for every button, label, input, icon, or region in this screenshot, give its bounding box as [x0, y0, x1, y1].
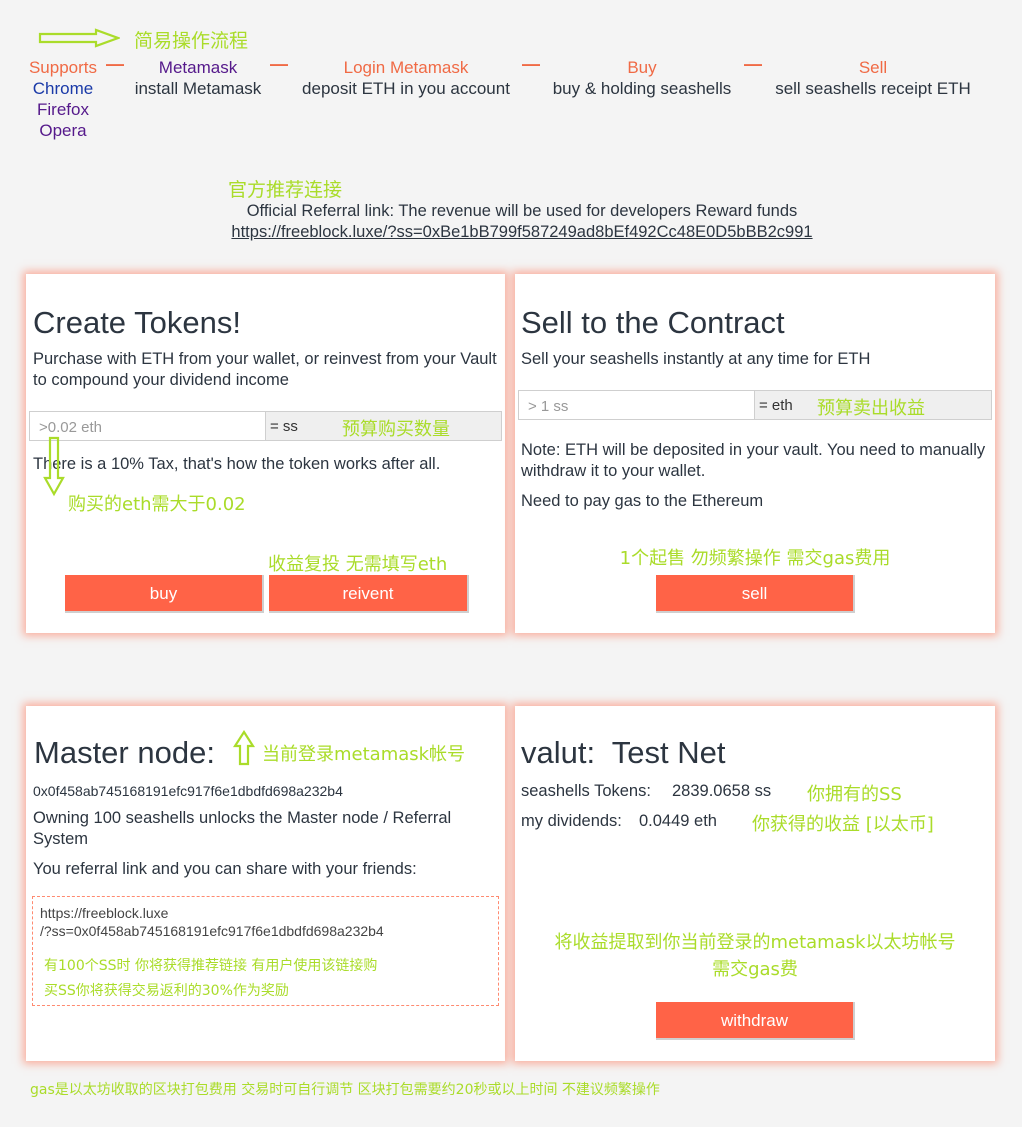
- sell-note: Note: ETH will be deposited in your vaul…: [521, 441, 986, 480]
- step-title: Buy: [627, 58, 657, 77]
- sell-subtitle: Sell your seashells instantly at any tim…: [521, 350, 871, 368]
- create-title: Create Tokens!: [33, 305, 241, 340]
- referral-description: Official Referral link: The revenue will…: [246, 202, 798, 220]
- referral-box: https://freeblock.luxe /?ss=0x0f458ab745…: [32, 896, 499, 1006]
- reinvest-hint: 收益复投 无需填写eth: [268, 554, 448, 575]
- create-tokens-card: Create Tokens! Purchase with ETH from yo…: [26, 274, 505, 633]
- step-title: Supports: [28, 58, 98, 77]
- withdraw-hint-2: 需交gas费: [712, 959, 798, 980]
- step-metamask: Metamask install Metamask: [126, 57, 270, 99]
- flow-title: 简易操作流程: [134, 30, 249, 52]
- master-address: 0x0f458ab745168191efc917f6e1dbdfd698a232…: [33, 783, 343, 799]
- vault-title: valut: Test Net: [521, 735, 726, 770]
- up-arrow-icon: [232, 730, 256, 766]
- step-buy: Buy buy & holding seashells: [544, 57, 740, 99]
- referral-link-part-1[interactable]: https://freeblock.luxe: [40, 905, 168, 921]
- step-separator: —: [522, 54, 540, 74]
- tokens-hint: 你拥有的SS: [807, 784, 902, 805]
- min-eth-hint: 购买的eth需大于0.02: [68, 494, 246, 515]
- step-desc: install Metamask: [134, 79, 262, 98]
- buy-button[interactable]: buy: [65, 575, 264, 613]
- buy-estimate-unit: = ss: [270, 418, 298, 435]
- down-arrow-icon: [43, 436, 65, 497]
- browser-opera: Opera: [39, 121, 87, 140]
- withdraw-hint-1: 将收益提取到你当前登录的metamask以太坊帐号: [554, 932, 956, 953]
- step-login: Login Metamask deposit ETH in you accoun…: [293, 57, 519, 99]
- referral-hint-2: 买SS你将获得交易返利的30%作为奖励: [44, 983, 289, 999]
- dividends-label: my dividends:: [521, 812, 622, 830]
- step-desc: buy & holding seashells: [552, 79, 732, 98]
- sell-estimate-unit: = eth: [759, 397, 793, 414]
- step-title: Login Metamask: [343, 58, 469, 77]
- buy-estimate-hint: 预算购买数量: [342, 419, 450, 440]
- dividends-hint: 你获得的收益 [以太币]: [752, 814, 934, 835]
- owning-note: Owning 100 seashells unlocks the Master …: [33, 809, 452, 848]
- step-sell: Sell sell seashells receipt ETH: [766, 57, 980, 99]
- share-note: You referral link and you can share with…: [33, 860, 417, 878]
- step-desc: sell seashells receipt ETH: [775, 79, 971, 98]
- tokens-label: seashells Tokens:: [521, 782, 651, 800]
- referral-link-part-2[interactable]: /?ss=0x0f458ab745168191efc917f6e1dbdfd69…: [40, 923, 384, 939]
- sell-card: Sell to the Contract Sell your seashells…: [515, 274, 995, 633]
- master-node-card: Master node: 当前登录metamask帐号 0x0f458ab745…: [26, 706, 505, 1061]
- step-supports: Supports Chrome Firefox Opera: [24, 57, 102, 141]
- withdraw-button[interactable]: withdraw: [656, 1002, 855, 1040]
- step-title: Sell: [858, 58, 888, 77]
- step-separator: —: [270, 54, 288, 74]
- referral-hint-1: 有100个SS时 你将获得推荐链接 有用户使用该链接购: [44, 958, 378, 974]
- step-desc: deposit ETH in you account: [302, 79, 510, 98]
- sell-button[interactable]: sell: [656, 575, 855, 613]
- vault-card: valut: Test Net seashells Tokens: 2839.0…: [515, 706, 995, 1061]
- sell-amount-input[interactable]: > 1 ss: [518, 390, 755, 420]
- footer-gas-note: gas是以太坊收取的区块打包费用 交易时可自行调节 区块打包需要约20秒或以上时…: [30, 1082, 660, 1098]
- referral-link[interactable]: https://freeblock.luxe/?ss=0xBe1bB799f58…: [0, 223, 1022, 242]
- reinvest-button[interactable]: reivent: [269, 575, 469, 613]
- browser-chrome: Chrome: [32, 79, 94, 98]
- right-arrow-icon: [38, 28, 120, 48]
- sell-title: Sell to the Contract: [521, 305, 785, 340]
- dividends-value: 0.0449 eth: [639, 812, 717, 830]
- sell-estimate-addon: = eth 预算卖出收益: [755, 390, 992, 420]
- tokens-value: 2839.0658 ss: [672, 782, 772, 800]
- login-hint: 当前登录metamask帐号: [262, 744, 466, 765]
- master-title: Master node:: [34, 735, 215, 770]
- sell-hint: 1个起售 勿频繁操作 需交gas费用: [619, 548, 891, 569]
- browser-firefox: Firefox: [37, 100, 89, 119]
- step-separator: —: [106, 54, 124, 74]
- tax-note: There is a 10% Tax, that's how the token…: [33, 455, 441, 473]
- gas-note: Need to pay gas to the Ethereum: [521, 492, 764, 510]
- create-subtitle: Purchase with ETH from your wallet, or r…: [33, 350, 497, 389]
- referral-title: 官方推荐连接: [228, 179, 343, 201]
- step-separator: —: [744, 54, 762, 74]
- buy-estimate-addon: = ss 预算购买数量: [266, 411, 502, 441]
- step-title: Metamask: [158, 58, 238, 77]
- sell-estimate-hint: 预算卖出收益: [817, 398, 925, 419]
